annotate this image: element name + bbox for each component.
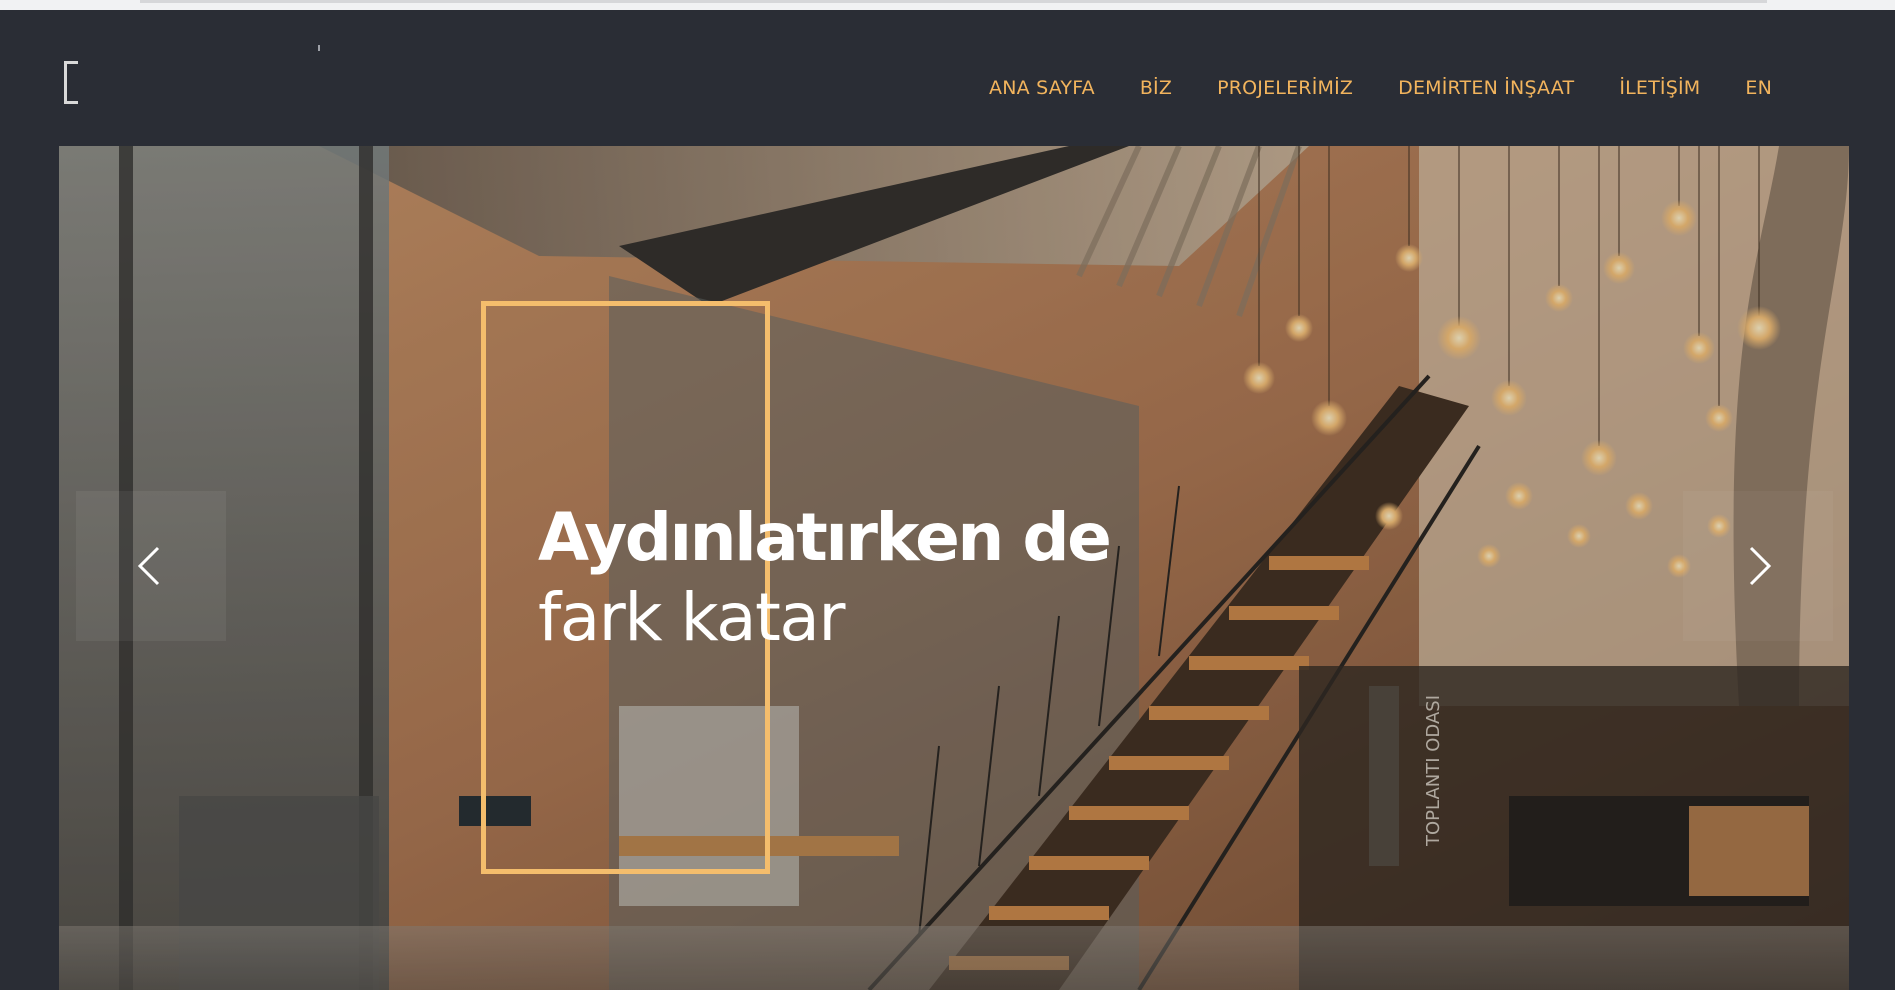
site-logo[interactable] (64, 61, 78, 104)
hero-headline-bold: Aydınlatırken de (538, 499, 1112, 576)
horizontal-scrollbar[interactable] (140, 0, 1767, 3)
slider-next-button[interactable] (1683, 491, 1833, 641)
main-nav: ANA SAYFA BİZ PROJELERİMİZ DEMİRTEN İNŞA… (944, 77, 1772, 99)
logo-mark-dot (318, 45, 320, 51)
nav-item-biz[interactable]: BİZ (1140, 77, 1172, 99)
nav-item-iletisim[interactable]: İLETİŞİM (1619, 77, 1700, 99)
hero-headline-light: fark katar (538, 579, 845, 656)
hero-headline: Aydınlatırken de fark katar (538, 498, 1112, 658)
hero-slider: TOPLANTI ODASI Aydınlatırken de fark kat… (59, 146, 1849, 990)
slider-prev-button[interactable] (76, 491, 226, 641)
site-header: ANA SAYFA BİZ PROJELERİMİZ DEMİRTEN İNŞA… (0, 10, 1895, 146)
chevron-right-icon (1749, 546, 1772, 586)
language-switch-en[interactable]: EN (1745, 77, 1772, 99)
browser-top-strip (0, 0, 1895, 10)
nav-item-projelerimiz[interactable]: PROJELERİMİZ (1217, 77, 1353, 99)
chevron-left-icon (137, 546, 160, 586)
nav-item-demirten-insaat[interactable]: DEMİRTEN İNŞAAT (1398, 77, 1574, 99)
nav-item-ana-sayfa[interactable]: ANA SAYFA (989, 77, 1095, 99)
